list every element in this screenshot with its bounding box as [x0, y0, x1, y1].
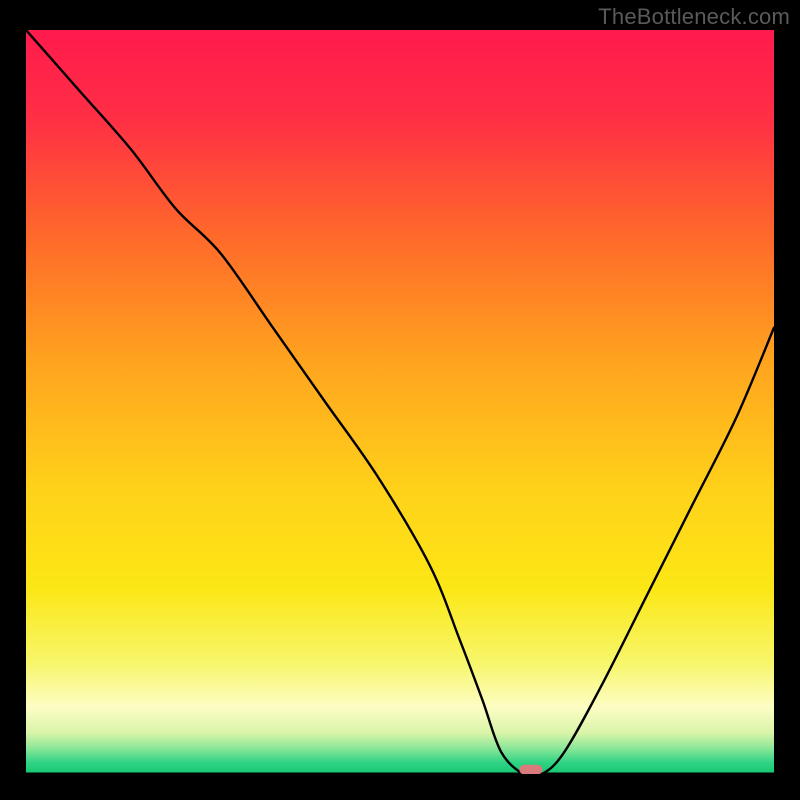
- plot-area: [26, 30, 774, 774]
- optimal-marker: [519, 765, 542, 774]
- chart-svg: [26, 30, 774, 774]
- chart-frame: TheBottleneck.com: [0, 0, 800, 800]
- gradient-background: [26, 30, 774, 774]
- watermark-text: TheBottleneck.com: [598, 4, 790, 30]
